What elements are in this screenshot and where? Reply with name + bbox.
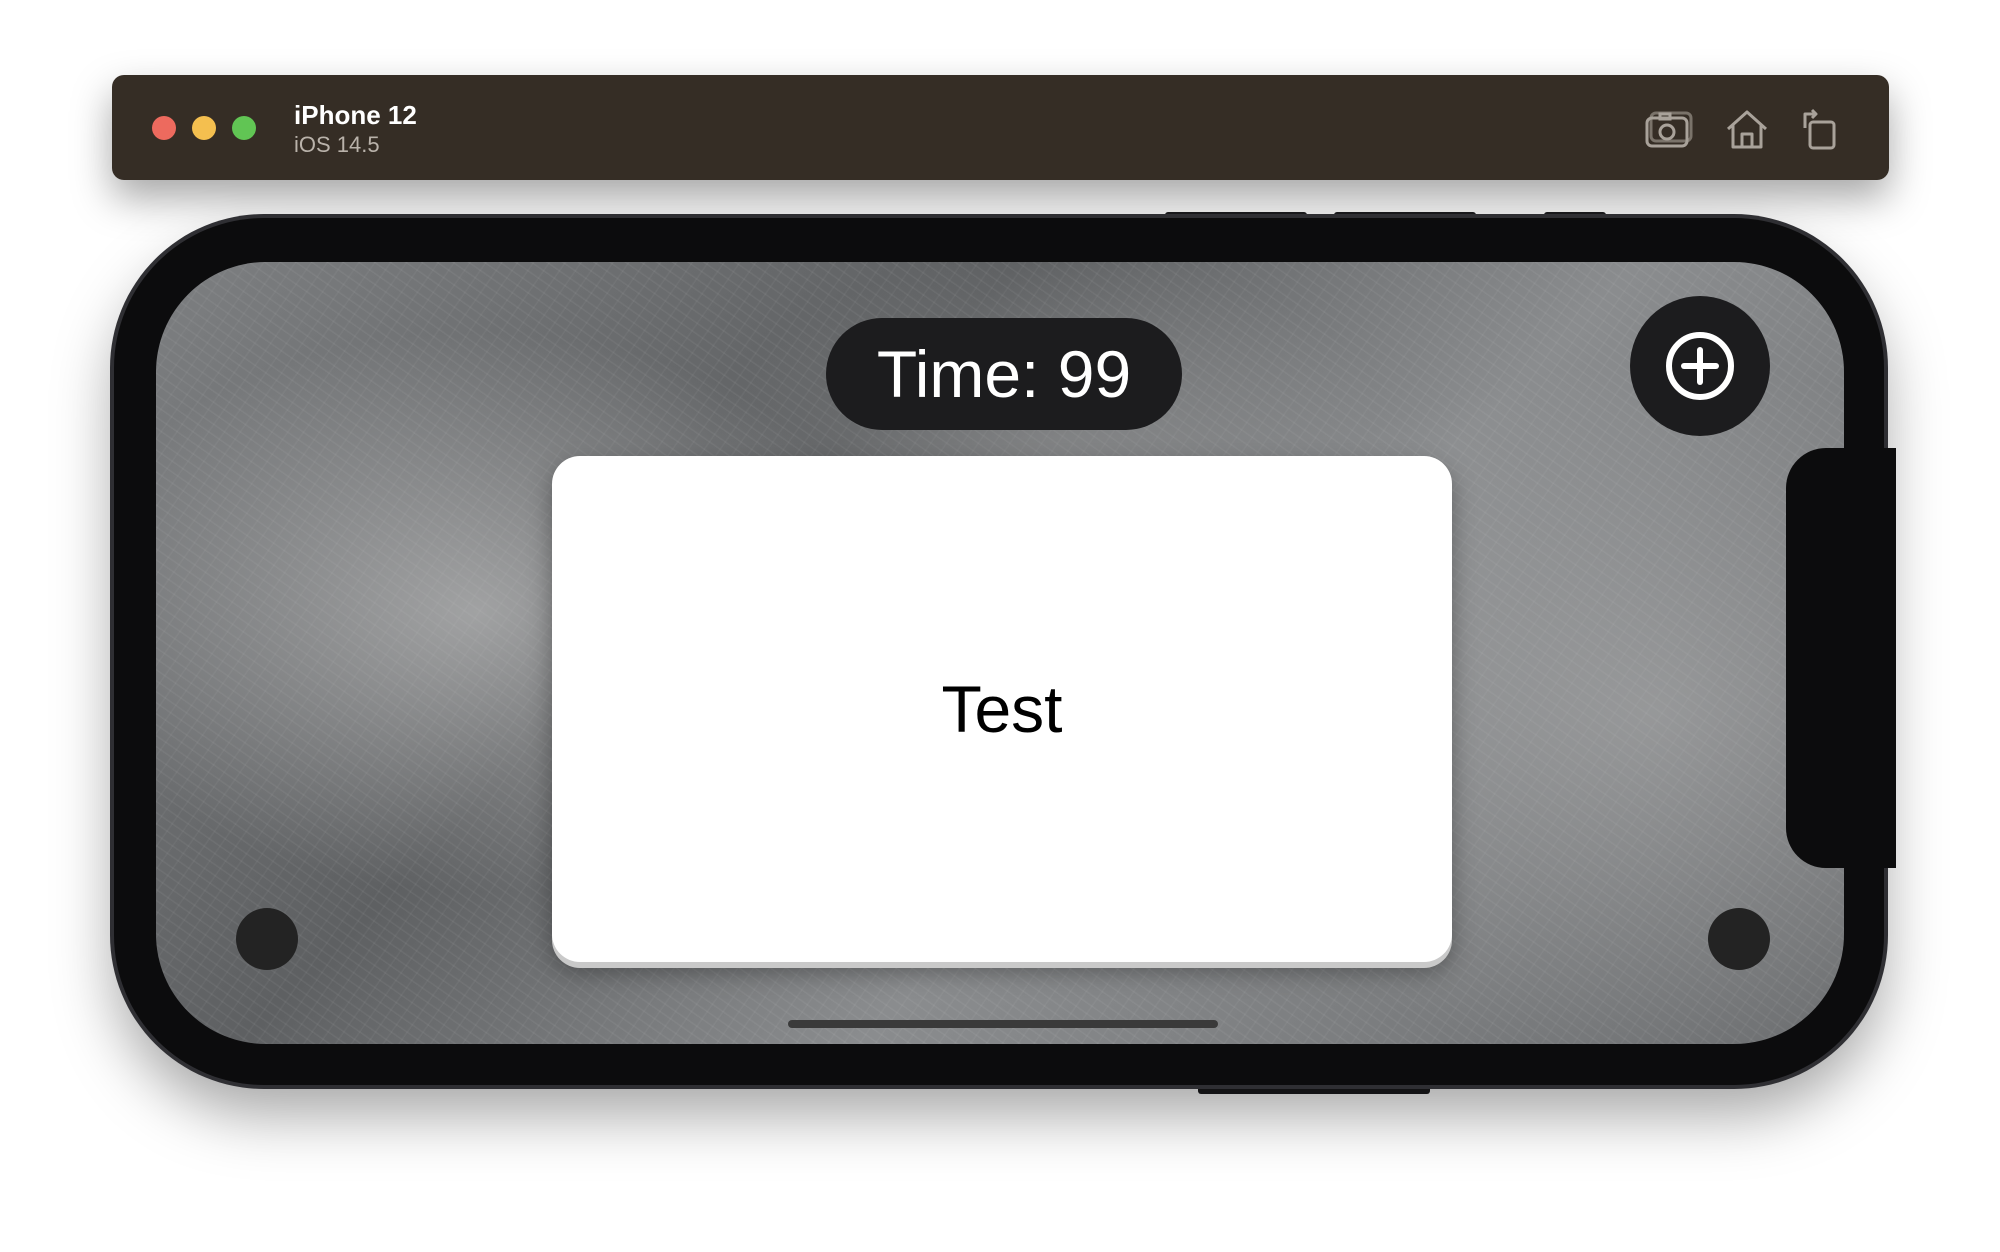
card-text: Test [941,672,1063,746]
device-name: iPhone 12 [294,100,417,130]
close-button[interactable] [152,116,176,140]
phone-notch [1786,448,1896,868]
timer-label: Time: 99 [826,318,1182,430]
add-button[interactable] [1630,296,1770,436]
os-version: iOS 14.5 [294,132,380,157]
screenshot-icon[interactable] [1643,104,1693,154]
power-button [1198,1085,1430,1094]
minimize-button[interactable] [192,116,216,140]
zoom-button[interactable] [232,116,256,140]
home-indicator[interactable] [788,1020,1218,1028]
left-control-dot[interactable] [236,908,298,970]
flash-card[interactable]: Test [552,456,1452,962]
home-icon[interactable] [1722,104,1772,154]
rotate-icon[interactable] [1796,104,1846,154]
right-control-dot[interactable] [1708,908,1770,970]
plus-circle-icon [1666,332,1734,400]
